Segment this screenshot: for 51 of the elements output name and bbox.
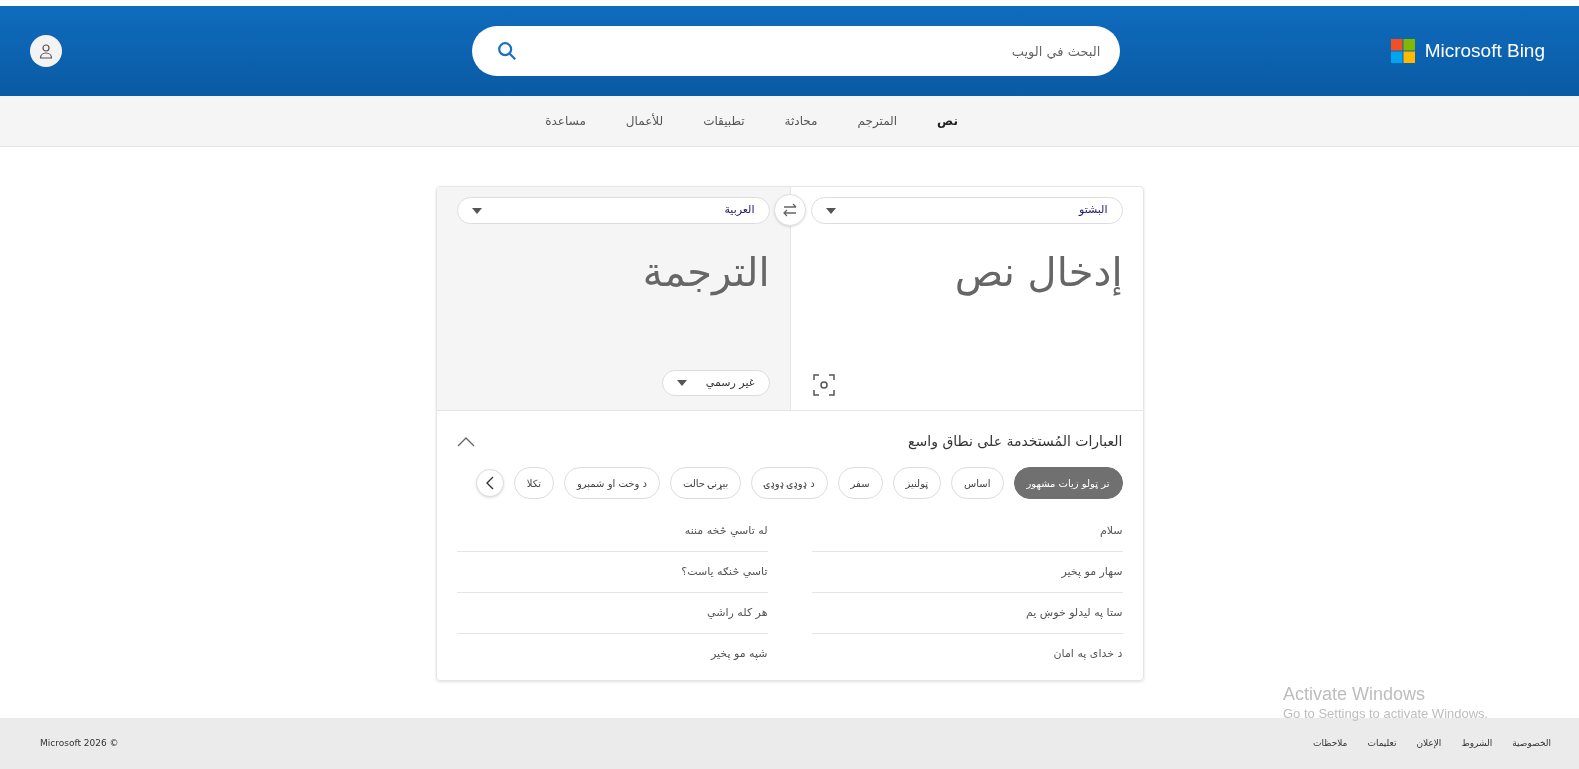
- activation-notice-text: Go to Settings to activate Windows.: [1283, 705, 1489, 723]
- chevron-up-icon[interactable]: [456, 436, 475, 447]
- nav-tab[interactable]: المترجم: [857, 112, 898, 130]
- search-icon: [496, 40, 519, 62]
- account-button[interactable]: [30, 35, 62, 67]
- language-dropdown[interactable]: العربية: [456, 197, 770, 224]
- footer-link[interactable]: الشروط: [1461, 736, 1493, 751]
- translation-panel[interactable]: العربية الترجمة غير رسمي: [436, 187, 790, 410]
- bing-logo[interactable]: Microsoft Bing: [1390, 36, 1545, 66]
- category-chip[interactable]: تکلا: [513, 467, 554, 499]
- category-chip[interactable]: اساس: [951, 467, 1004, 499]
- phrase-link[interactable]: شپه مو پخیر: [710, 646, 768, 663]
- nav-tab[interactable]: محادثة: [784, 112, 818, 130]
- nav-tab[interactable]: للأعمال: [625, 112, 664, 130]
- swap-icon: [782, 203, 797, 217]
- category-chip[interactable]: بیړنۍ حالت: [669, 467, 742, 499]
- phrase-link[interactable]: هر کله راشي: [707, 604, 768, 622]
- category-chip[interactable]: ټولنیز: [892, 467, 942, 499]
- windows-logo-icon: [1390, 39, 1415, 63]
- copyright-text: Microsoft 2026 ©: [40, 736, 119, 750]
- footer-link[interactable]: الإعلان: [1416, 736, 1442, 751]
- section-title: العبارات المُستخدمة على نطاق واسع: [908, 432, 1123, 452]
- translation-output-field[interactable]: الترجمة: [456, 244, 770, 370]
- footer-link[interactable]: الخصوصية: [1512, 736, 1551, 751]
- camera-scan-icon[interactable]: [812, 374, 835, 396]
- phrase-link[interactable]: تاسي څنګه یاست؟: [681, 563, 768, 581]
- footer-link[interactable]: تعليمات: [1367, 736, 1397, 751]
- activation-notice-title: Activate Windows: [1283, 683, 1427, 705]
- phrase-link[interactable]: ستا په لیدلو خوښ یم: [1025, 604, 1123, 622]
- category-chip[interactable]: تر ټولو زیات مشهور: [1013, 467, 1123, 499]
- nav-tab[interactable]: نص: [937, 112, 958, 130]
- footer-link[interactable]: ملاحظات: [1313, 736, 1348, 751]
- caret-icon: [825, 207, 836, 214]
- phrase-link[interactable]: سهار مو پخیر: [1061, 563, 1123, 581]
- search-field[interactable]: البحث في الويب: [472, 26, 1121, 76]
- user-icon: [38, 43, 54, 59]
- chevron-left-icon: [485, 476, 494, 490]
- language-dropdown[interactable]: البشتو: [810, 197, 1123, 224]
- next-button[interactable]: [475, 469, 504, 497]
- caret-icon: [471, 207, 482, 214]
- phrase-link[interactable]: سلام: [1099, 522, 1123, 540]
- nav-tab[interactable]: تطبيقات: [703, 112, 745, 130]
- category-chip[interactable]: د ډوډۍ ډوډۍ: [751, 467, 828, 499]
- nav-tab[interactable]: مساعدة: [545, 112, 586, 130]
- tone-dropdown[interactable]: غير رسمي: [661, 370, 770, 396]
- phrase-link[interactable]: د خدای په امان: [1053, 646, 1123, 663]
- category-chip[interactable]: د وخت او شمېرو: [563, 467, 660, 499]
- caret-icon: [676, 380, 687, 386]
- input-field[interactable]: إدخال نص: [810, 244, 1123, 374]
- category-chip[interactable]: سفر: [837, 467, 883, 499]
- phrase-link[interactable]: له تاسي څخه مننه: [684, 522, 768, 540]
